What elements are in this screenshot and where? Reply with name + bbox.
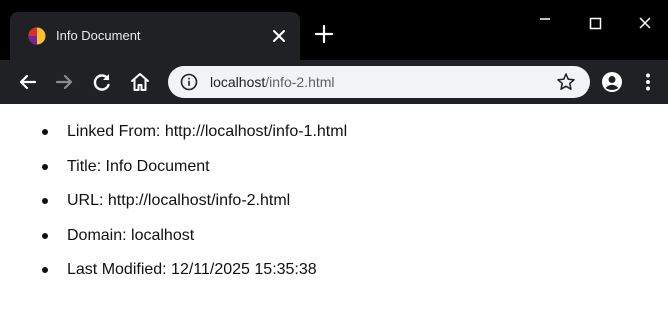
title-text: Title: Info Document — [67, 157, 210, 175]
list-item: Last Modified: 12/11/2025 15:35:38 — [36, 260, 347, 295]
last-modified-text: Last Modified: 12/11/2025 15:35:38 — [67, 261, 317, 278]
bullet — [42, 267, 48, 273]
plus-icon[interactable] — [312, 22, 336, 46]
kebab-menu-icon[interactable] — [636, 70, 660, 94]
reload-icon[interactable] — [90, 70, 114, 94]
url-text: URL: http://localhost/info-2.html — [67, 192, 291, 209]
maximize-icon[interactable] — [578, 6, 612, 40]
address-bar[interactable]: localhost/info-2.html — [168, 66, 590, 98]
star-icon[interactable] — [556, 72, 576, 92]
domain-text: Domain: localhost — [67, 226, 195, 244]
list-item: Linked From: http://localhost/info-1.htm… — [36, 122, 347, 157]
browser-toolbar: localhost/info-2.html — [0, 60, 668, 104]
address-url: localhost/info-2.html — [210, 73, 335, 91]
close-icon[interactable] — [270, 24, 288, 48]
bullet — [42, 198, 48, 204]
info-icon[interactable] — [180, 73, 198, 91]
tab-title: Info Document — [56, 28, 141, 43]
browser-tab[interactable]: Info Document — [10, 12, 300, 60]
arrow-right-icon[interactable] — [52, 70, 76, 94]
list-item: Domain: localhost — [36, 226, 347, 261]
account-icon[interactable] — [600, 70, 624, 94]
list-item: Title: Info Document — [36, 157, 347, 192]
close-icon[interactable] — [628, 6, 662, 40]
address-path: /info-2.html — [265, 74, 335, 90]
linked-from-text: Linked From: http://localhost/info-1.htm… — [67, 123, 348, 140]
bullet — [42, 129, 48, 135]
bullet — [42, 232, 48, 239]
arrow-left-icon[interactable] — [16, 70, 40, 94]
list-item: URL: http://localhost/info-2.html — [36, 191, 347, 226]
pie-chart-icon — [28, 27, 46, 45]
address-host: localhost — [210, 74, 266, 90]
browser-title-bar: Info Document — [0, 0, 668, 60]
bullet — [42, 163, 48, 170]
minimize-icon[interactable] — [528, 6, 562, 40]
info-list: Linked From: http://localhost/info-1.htm… — [36, 122, 347, 295]
page-content: Linked From: http://localhost/info-1.htm… — [0, 104, 668, 318]
home-icon[interactable] — [128, 70, 152, 94]
